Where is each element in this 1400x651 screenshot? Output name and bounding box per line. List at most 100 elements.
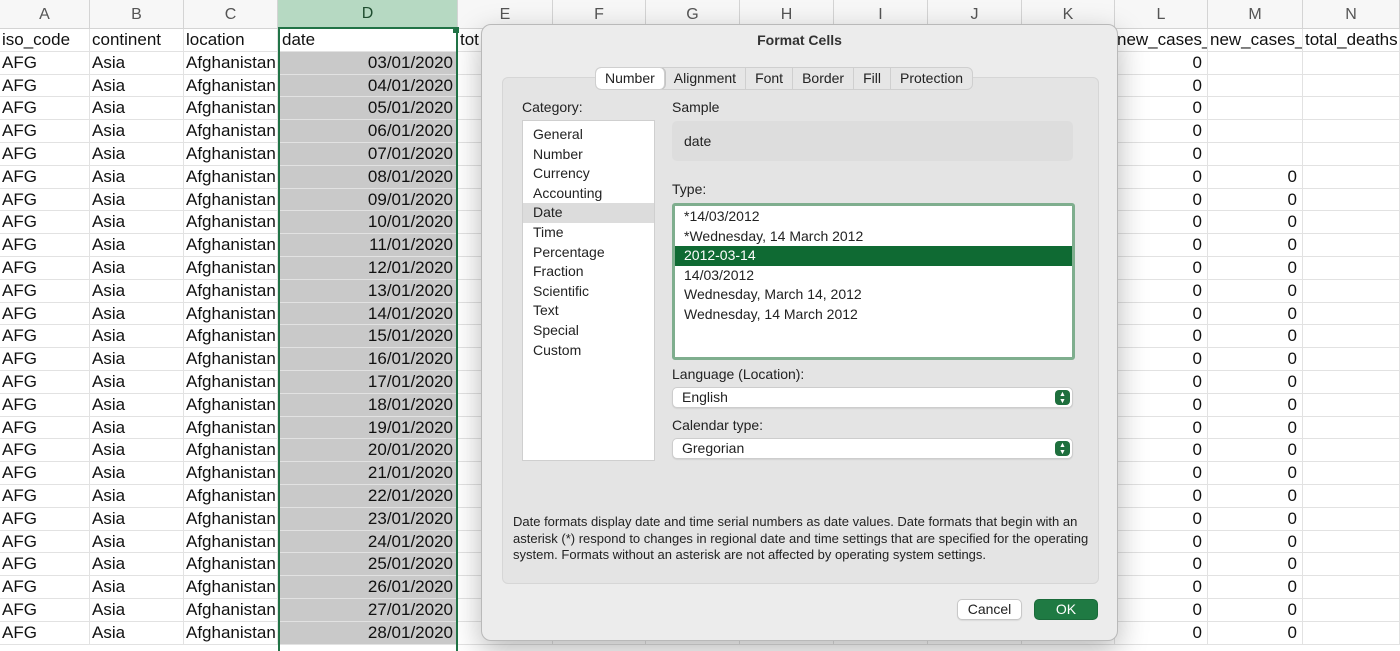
table-cell[interactable]: Asia xyxy=(90,416,184,440)
table-cell[interactable]: 0 xyxy=(1115,370,1208,394)
table-cell[interactable]: 10/01/2020 xyxy=(278,211,458,235)
table-cell[interactable]: AFG xyxy=(0,462,90,485)
table-cell[interactable]: 14/01/2020 xyxy=(278,302,458,326)
table-cell[interactable]: Asia xyxy=(90,439,184,463)
table-cell[interactable]: Afghanistan xyxy=(184,211,278,235)
table-cell[interactable]: 0 xyxy=(1208,484,1303,508)
table-cell[interactable]: 0 xyxy=(1115,484,1208,508)
table-cell[interactable]: Asia xyxy=(90,325,184,349)
table-cell[interactable]: Afghanistan xyxy=(184,598,278,622)
table-cell[interactable] xyxy=(1303,97,1400,121)
table-cell[interactable]: 27/01/2020 xyxy=(278,598,458,622)
table-cell[interactable]: AFG xyxy=(0,576,90,599)
table-cell[interactable]: 0 xyxy=(1115,507,1208,531)
table-cell[interactable]: Asia xyxy=(90,530,184,554)
table-cell[interactable]: 0 xyxy=(1208,279,1303,303)
table-cell[interactable]: AFG xyxy=(0,120,90,143)
table-cell[interactable] xyxy=(1208,142,1303,166)
tab-fill[interactable]: Fill xyxy=(854,68,891,89)
table-cell[interactable]: Afghanistan xyxy=(184,120,278,143)
table-cell[interactable]: 0 xyxy=(1115,256,1208,280)
table-cell[interactable]: Afghanistan xyxy=(184,530,278,554)
table-cell[interactable]: 0 xyxy=(1208,234,1303,257)
table-cell[interactable]: Afghanistan xyxy=(184,142,278,166)
table-cell[interactable]: 0 xyxy=(1208,598,1303,622)
table-cell[interactable]: 0 xyxy=(1115,325,1208,349)
table-cell[interactable] xyxy=(1303,120,1400,143)
table-cell[interactable]: 0 xyxy=(1208,370,1303,394)
category-item-currency[interactable]: Currency xyxy=(523,164,654,184)
table-cell[interactable]: 0 xyxy=(1115,188,1208,212)
table-cell[interactable]: AFG xyxy=(0,97,90,121)
table-cell[interactable]: Afghanistan xyxy=(184,553,278,577)
table-cell[interactable]: 0 xyxy=(1208,553,1303,577)
table-cell[interactable]: 0 xyxy=(1208,507,1303,531)
table-cell[interactable]: Asia xyxy=(90,211,184,235)
table-cell[interactable]: 21/01/2020 xyxy=(278,462,458,485)
table-cell[interactable]: Asia xyxy=(90,621,184,645)
table-cell[interactable]: Asia xyxy=(90,598,184,622)
table-cell[interactable]: 0 xyxy=(1208,256,1303,280)
table-cell[interactable]: Asia xyxy=(90,256,184,280)
table-cell[interactable]: Afghanistan xyxy=(184,165,278,189)
table-cell[interactable] xyxy=(1303,393,1400,417)
table-cell[interactable]: 05/01/2020 xyxy=(278,97,458,121)
table-cell[interactable]: 13/01/2020 xyxy=(278,279,458,303)
table-cell[interactable]: AFG xyxy=(0,188,90,212)
table-cell[interactable]: Afghanistan xyxy=(184,188,278,212)
table-cell[interactable]: Asia xyxy=(90,279,184,303)
table-cell[interactable]: Asia xyxy=(90,120,184,143)
table-cell[interactable]: 0 xyxy=(1115,74,1208,98)
table-cell[interactable]: AFG xyxy=(0,211,90,235)
table-cell[interactable]: 0 xyxy=(1115,530,1208,554)
table-cell[interactable]: 0 xyxy=(1115,142,1208,166)
table-cell[interactable]: 0 xyxy=(1208,621,1303,645)
table-cell[interactable]: Asia xyxy=(90,74,184,98)
table-cell[interactable] xyxy=(1303,74,1400,98)
category-item-date[interactable]: Date xyxy=(523,203,654,223)
table-cell[interactable]: AFG xyxy=(0,484,90,508)
table-cell[interactable]: 12/01/2020 xyxy=(278,256,458,280)
table-cell[interactable]: Asia xyxy=(90,370,184,394)
type-item[interactable]: 2012-03-14 xyxy=(675,246,1072,266)
column-header-n[interactable]: N xyxy=(1303,0,1400,29)
table-cell[interactable] xyxy=(1303,416,1400,440)
type-item[interactable]: Wednesday, 14 March 2012 xyxy=(675,305,1072,325)
table-cell[interactable]: Asia xyxy=(90,507,184,531)
table-cell[interactable]: AFG xyxy=(0,74,90,98)
table-cell[interactable]: Asia xyxy=(90,142,184,166)
type-item[interactable]: *14/03/2012 xyxy=(675,207,1072,227)
table-cell[interactable]: 26/01/2020 xyxy=(278,576,458,599)
column-header-d[interactable]: D xyxy=(278,0,458,29)
table-cell[interactable] xyxy=(1303,211,1400,235)
table-cell[interactable] xyxy=(1303,234,1400,257)
table-cell[interactable] xyxy=(1208,97,1303,121)
table-cell[interactable]: AFG xyxy=(0,621,90,645)
table-cell[interactable]: 0 xyxy=(1115,598,1208,622)
header-cell[interactable]: continent xyxy=(90,29,184,52)
table-cell[interactable] xyxy=(1303,302,1400,326)
table-cell[interactable]: AFG xyxy=(0,302,90,326)
table-cell[interactable]: 0 xyxy=(1208,165,1303,189)
table-cell[interactable]: Asia xyxy=(90,165,184,189)
table-cell[interactable] xyxy=(1303,325,1400,349)
table-cell[interactable]: 15/01/2020 xyxy=(278,325,458,349)
table-cell[interactable]: Asia xyxy=(90,188,184,212)
column-header-a[interactable]: A xyxy=(0,0,90,29)
table-cell[interactable]: Afghanistan xyxy=(184,74,278,98)
table-cell[interactable]: Afghanistan xyxy=(184,234,278,257)
table-cell[interactable] xyxy=(1303,598,1400,622)
table-cell[interactable]: 17/01/2020 xyxy=(278,370,458,394)
table-cell[interactable]: 09/01/2020 xyxy=(278,188,458,212)
table-cell[interactable]: Afghanistan xyxy=(184,325,278,349)
table-cell[interactable]: Afghanistan xyxy=(184,393,278,417)
category-item-special[interactable]: Special xyxy=(523,321,654,341)
table-cell[interactable]: 0 xyxy=(1208,439,1303,463)
table-cell[interactable]: AFG xyxy=(0,234,90,257)
column-header-l[interactable]: L xyxy=(1115,0,1208,29)
category-item-percentage[interactable]: Percentage xyxy=(523,243,654,263)
table-cell[interactable]: 0 xyxy=(1208,576,1303,599)
table-cell[interactable]: AFG xyxy=(0,325,90,349)
table-cell[interactable]: 0 xyxy=(1115,621,1208,645)
table-cell[interactable] xyxy=(1303,576,1400,599)
